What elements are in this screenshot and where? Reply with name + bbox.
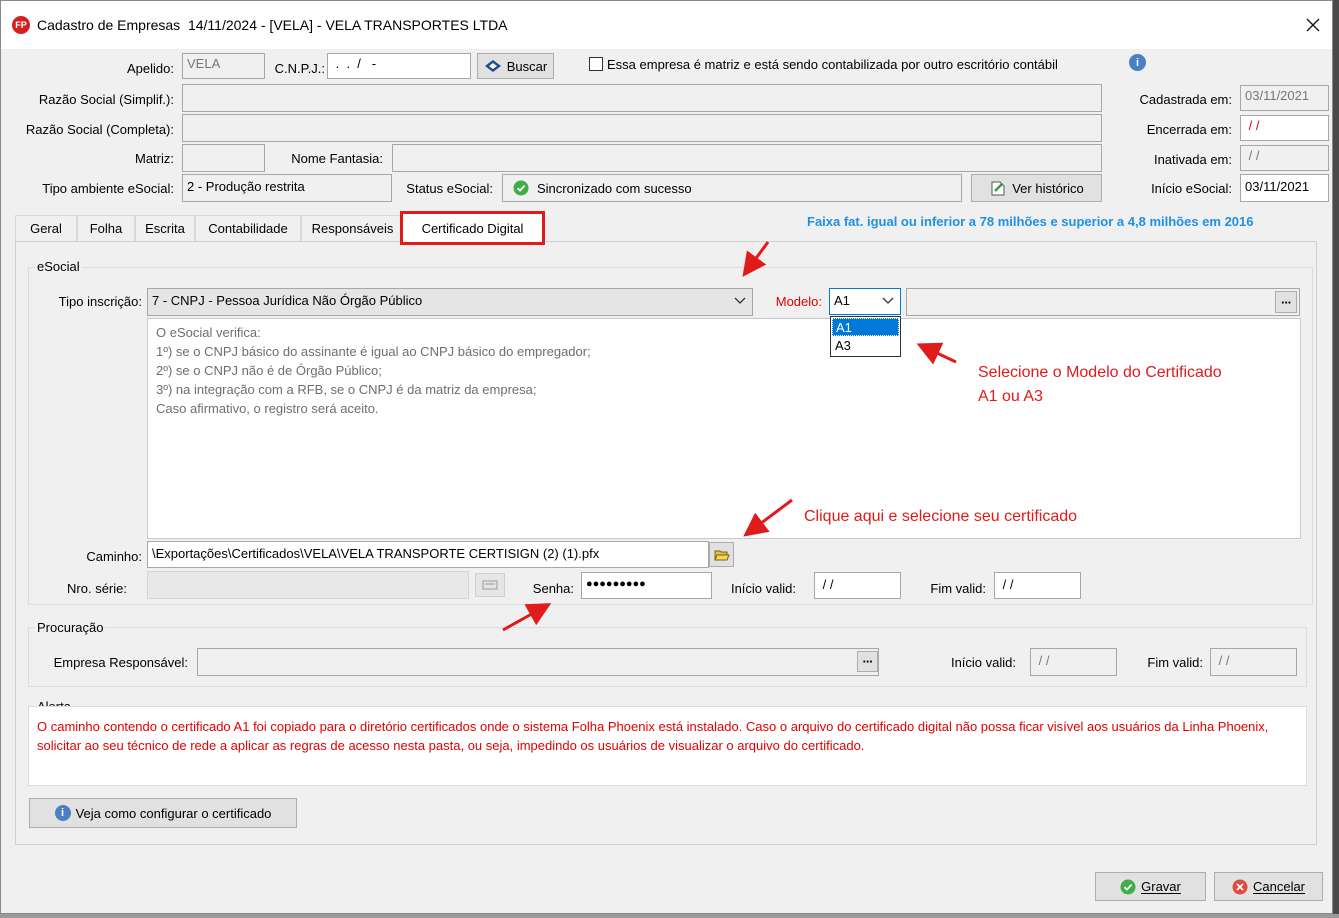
modelo-option-a3[interactable]: A3 [831, 337, 900, 355]
modelo-dropdown-list: A1 A3 [830, 316, 901, 357]
annotation-arrows [502, 241, 957, 632]
arrow-to-folder-button [743, 498, 793, 537]
modelo-option-a1[interactable]: A1 [832, 318, 899, 336]
arrow-to-modelo [916, 342, 957, 365]
arrow-to-senha [502, 603, 552, 632]
tab-certificado-digital[interactable]: Certificado Digital [400, 211, 545, 245]
arrow-to-tipo-inscricao [742, 241, 770, 277]
